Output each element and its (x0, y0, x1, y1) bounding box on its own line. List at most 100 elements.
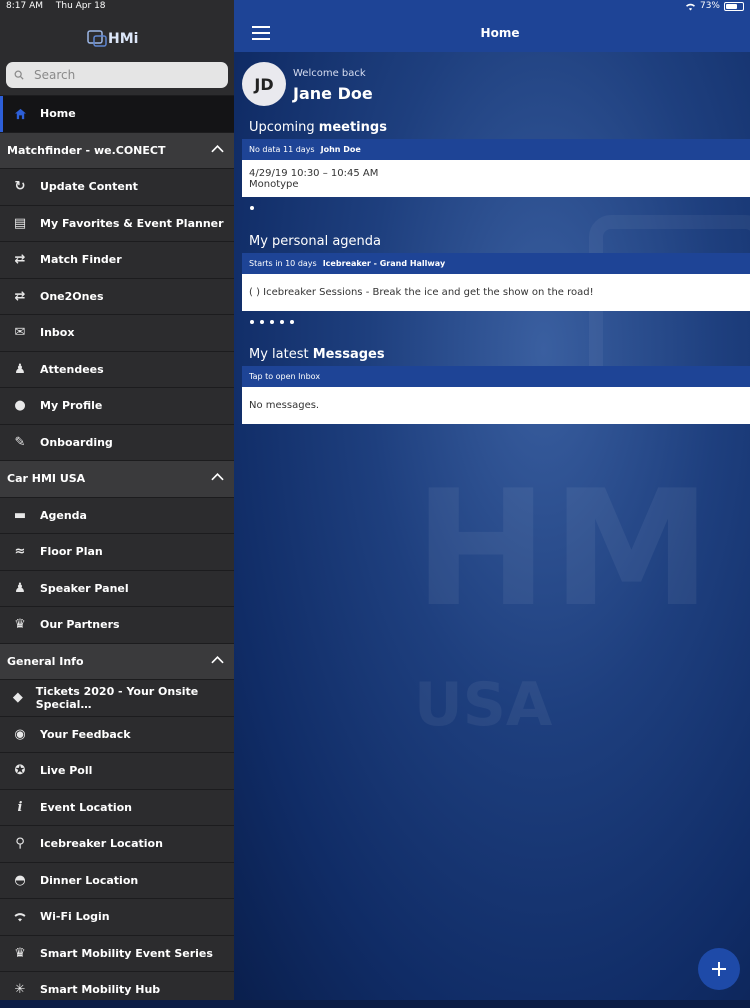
sidebar-item-label: Wi-Fi Login (40, 910, 110, 924)
meeting-person: John Doe (320, 145, 361, 154)
sidebar-item-our-partners[interactable]: ♛ Our Partners (0, 606, 234, 643)
ticket-icon: ◆ (12, 690, 23, 706)
sidebar-item-label: Agenda (40, 508, 87, 522)
add-button[interactable] (698, 948, 740, 990)
sidebar-item-favorites[interactable]: ▤ My Favorites & Event Planner (0, 204, 234, 242)
agenda-event: Icebreaker - Grand Hallway (322, 259, 446, 268)
sidebar-item-agenda[interactable]: ▬ Agenda (0, 496, 234, 534)
sidebar-item-label: Our Partners (40, 618, 120, 632)
meeting-card[interactable]: No data 11 days John Doe 4/29/19 10:30 – … (242, 139, 750, 197)
plus-icon (712, 962, 726, 976)
sidebar-item-label: Speaker Panel (40, 581, 129, 595)
sidebar-item-label: Icebreaker Location (40, 837, 163, 851)
planner-icon: ▤ (13, 215, 27, 231)
chevron-up-icon (211, 473, 224, 481)
battery-icon (724, 1, 744, 11)
status-time: 8:17 AM (6, 1, 43, 11)
sidebar-item-icebreaker-location[interactable]: ⚲ Icebreaker Location (0, 825, 234, 862)
meeting-time: 4/29/19 10:30 – 10:45 AM (249, 167, 379, 179)
user-name: Jane Doe (293, 84, 373, 103)
sidebar: HMi Home Matchfinder - we.CONECT ↻ Update… (0, 0, 234, 1000)
sidebar-item-match-finder[interactable]: ⇄ Match Finder (0, 241, 234, 278)
feedback-icon: ◉ (14, 726, 26, 742)
user-icon: ● (14, 398, 26, 414)
handshake-icon: ⇄ (14, 252, 26, 268)
sidebar-item-label: Update Content (40, 180, 138, 194)
section-header-matchfinder[interactable]: Matchfinder - we.CONECT (0, 131, 234, 168)
welcome-text: Welcome back (293, 68, 366, 79)
app-logo: HMi (86, 26, 148, 52)
sidebar-item-label: Match Finder (40, 253, 122, 267)
sidebar-item-home[interactable]: Home (0, 95, 234, 132)
avatar[interactable]: JD (242, 62, 286, 106)
sidebar-item-label: Smart Mobility Hub (40, 983, 161, 997)
sidebar-item-label: Onboarding (40, 435, 113, 449)
meeting-meta: No data 11 days (249, 145, 315, 154)
agenda-card-header: Starts in 10 days Icebreaker - Grand Hall… (242, 253, 750, 274)
section-header-car-hmi[interactable]: Car HMI USA (0, 460, 234, 497)
sidebar-item-label: Home (40, 107, 76, 121)
messages-body: No messages. (249, 400, 320, 411)
section-title: General Info (7, 654, 84, 668)
sidebar-item-label: Your Feedback (40, 727, 131, 741)
meeting-card-body: 4/29/19 10:30 – 10:45 AM Monotype (242, 160, 750, 197)
meetings-title: Upcoming meetings (249, 120, 387, 135)
messages-title-bold: Messages (312, 347, 385, 362)
sidebar-item-label: Dinner Location (40, 873, 139, 887)
messages-card[interactable]: Tap to open Inbox No messages. (242, 366, 750, 424)
handshake-icon: ⇄ (14, 288, 26, 304)
meetings-pager[interactable] (250, 206, 254, 210)
meeting-company: Monotype (249, 178, 299, 190)
sidebar-item-label: Inbox (40, 326, 75, 340)
search-bar[interactable] (6, 62, 228, 88)
envelope-icon: ✉ (14, 325, 26, 341)
sidebar-item-event-location[interactable]: i Event Location (0, 788, 234, 826)
background-logo-text: HM (414, 455, 716, 642)
sidebar-item-inbox[interactable]: ✉ Inbox (0, 314, 234, 351)
sidebar-item-one2ones[interactable]: ⇄ One2Ones (0, 277, 234, 315)
meeting-card-header: No data 11 days John Doe (242, 139, 750, 160)
search-icon (14, 70, 24, 80)
agenda-card[interactable]: Starts in 10 days Icebreaker - Grand Hall… (242, 253, 750, 311)
meetings-title-bold: meetings (318, 120, 387, 135)
sidebar-item-wifi-login[interactable]: Wi-Fi Login (0, 898, 234, 935)
sidebar-item-smart-mobility-series[interactable]: ♛ Smart Mobility Event Series (0, 934, 234, 972)
sidebar-item-label: My Favorites & Event Planner (40, 216, 224, 230)
messages-card-header: Tap to open Inbox (242, 366, 750, 387)
background-logo-subtext: USA (414, 670, 553, 740)
messages-title-light: My latest (249, 347, 313, 362)
pin-icon: ⚲ (15, 836, 25, 852)
page-title: Home (480, 26, 520, 40)
attendees-icon: ♟ (14, 361, 26, 377)
crown-icon: ♛ (14, 945, 26, 961)
meetings-title-light: Upcoming (249, 120, 319, 135)
sidebar-item-smart-mobility-hub[interactable]: ✳ Smart Mobility Hub (0, 971, 234, 1008)
pencil-icon: ✎ (14, 434, 26, 450)
agenda-card-body: ( ) Icebreaker Sessions - Break the ice … (242, 274, 750, 311)
sidebar-item-my-profile[interactable]: ● My Profile (0, 387, 234, 424)
agenda-pager[interactable] (250, 320, 294, 324)
sidebar-item-update-content[interactable]: ↻ Update Content (0, 168, 234, 205)
sidebar-item-feedback[interactable]: ◉ Your Feedback (0, 715, 234, 753)
search-input[interactable] (32, 67, 216, 83)
sidebar-item-dinner-location[interactable]: ◓ Dinner Location (0, 861, 234, 899)
sidebar-item-floor-plan[interactable]: ≈ Floor Plan (0, 533, 234, 570)
refresh-icon: ↻ (14, 179, 26, 195)
section-title: Matchfinder - we.CONECT (7, 143, 166, 157)
sidebar-item-tickets[interactable]: ◆ Tickets 2020 - Your Onsite Special… (0, 679, 234, 716)
sidebar-item-onboarding[interactable]: ✎ Onboarding (0, 423, 234, 461)
info-icon: i (17, 799, 23, 815)
battery-percent: 73% (699, 1, 720, 11)
sidebar-item-live-poll[interactable]: ✪ Live Poll (0, 752, 234, 789)
floor-plan-icon: ≈ (14, 544, 26, 560)
home-icon (0, 108, 40, 120)
messages-title: My latest Messages (249, 347, 385, 362)
section-header-general-info[interactable]: General Info (0, 642, 234, 679)
asterisk-icon: ✳ (14, 982, 26, 998)
sidebar-item-attendees[interactable]: ♟ Attendees (0, 350, 234, 388)
award-icon: ✪ (14, 763, 26, 779)
wifi-icon (0, 911, 40, 922)
sidebar-item-speaker-panel[interactable]: ♟ Speaker Panel (0, 569, 234, 607)
sidebar-item-label: One2Ones (40, 289, 104, 303)
speaker-icon: ♟ (14, 580, 26, 596)
